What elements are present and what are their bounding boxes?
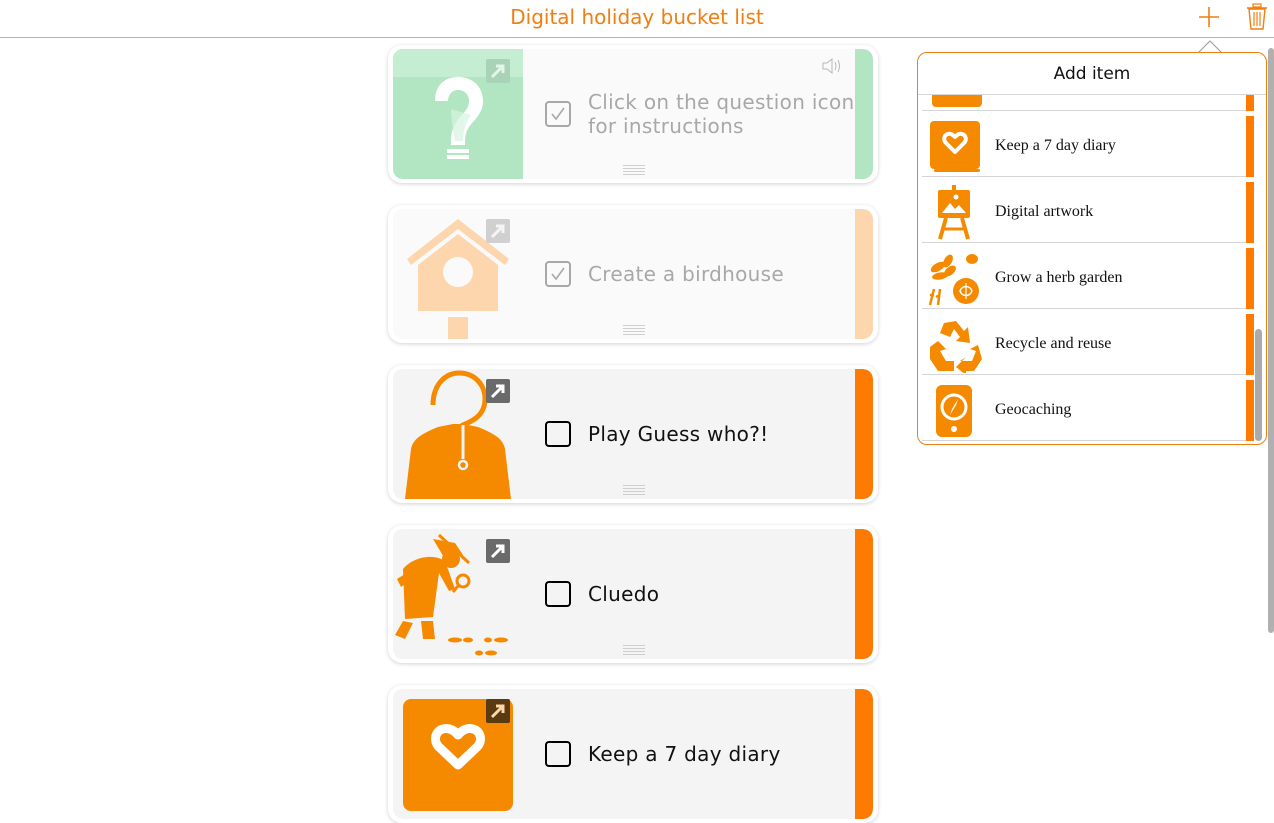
add-item-list[interactable]: Keep a 7 day diary Digital artwork Grow …	[922, 95, 1254, 444]
easel-icon	[938, 185, 970, 240]
trash-icon[interactable]	[1245, 3, 1269, 31]
popover-title: Add item	[918, 53, 1266, 95]
item-label: Keep a 7 day diary	[588, 742, 781, 766]
add-item-option[interactable]	[922, 95, 1254, 111]
phone-compass-icon	[936, 385, 972, 437]
item-label: Play Guess who?!	[588, 422, 769, 446]
expand-icon[interactable]	[486, 59, 510, 83]
expand-icon[interactable]	[486, 219, 510, 243]
add-item-label: Geocaching	[995, 401, 1072, 418]
checkbox[interactable]	[545, 261, 571, 287]
add-item-option[interactable]: Geocaching	[922, 379, 1254, 441]
herbs-icon	[928, 254, 979, 306]
status-stripe	[855, 49, 873, 179]
drag-handle[interactable]	[623, 485, 645, 495]
list-item[interactable]: Cluedo	[388, 525, 878, 663]
status-stripe	[1246, 314, 1254, 375]
drag-handle[interactable]	[623, 645, 645, 655]
popover-scrollbar[interactable]	[1255, 329, 1262, 441]
checkbox[interactable]	[545, 581, 571, 607]
card-body: Cluedo	[393, 529, 873, 659]
add-item-option[interactable]: Keep a 7 day diary	[922, 115, 1254, 177]
add-item-option[interactable]: Grow a herb garden	[922, 247, 1254, 309]
recycle-icon	[930, 321, 982, 373]
status-stripe	[855, 689, 873, 819]
expand-icon[interactable]	[486, 379, 510, 403]
card-body: Play Guess who?!	[393, 369, 873, 499]
list-item[interactable]: Play Guess who?!	[388, 365, 878, 503]
status-stripe	[855, 209, 873, 339]
partial-item-icon	[932, 95, 982, 107]
status-stripe	[1246, 95, 1254, 111]
item-label: Click on the question icon for instructi…	[588, 90, 855, 138]
card-body: Click on the question icon for instructi…	[393, 49, 873, 179]
item-label: Create a birdhouse	[588, 262, 784, 286]
add-item-label: Grow a herb garden	[995, 269, 1123, 286]
add-item-label: Recycle and reuse	[995, 335, 1112, 352]
page-title: Digital holiday bucket list	[510, 5, 764, 29]
status-stripe	[1246, 182, 1254, 243]
app-header: Digital holiday bucket list	[0, 0, 1274, 38]
drag-handle[interactable]	[623, 165, 645, 175]
add-item-label: Keep a 7 day diary	[995, 137, 1116, 154]
page-scrollbar[interactable]	[1268, 48, 1274, 633]
list-item[interactable]: Keep a 7 day diary	[388, 685, 878, 823]
drag-handle[interactable]	[623, 325, 645, 335]
status-stripe	[855, 529, 873, 659]
item-label: Cluedo	[588, 582, 660, 606]
add-item-popover: Add item Keep a 7 day diary Digital artw…	[917, 52, 1267, 445]
add-item-label: Digital artwork	[995, 203, 1094, 220]
card-body: Keep a 7 day diary	[393, 689, 873, 819]
expand-icon[interactable]	[486, 699, 510, 723]
status-stripe	[1246, 380, 1254, 441]
status-stripe	[1246, 116, 1254, 177]
card-body: Create a birdhouse	[393, 209, 873, 339]
status-stripe	[1246, 248, 1254, 309]
list-item[interactable]: Create a birdhouse	[388, 205, 878, 343]
add-item-option[interactable]: Recycle and reuse	[922, 313, 1254, 375]
checkbox[interactable]	[545, 101, 571, 127]
plus-icon[interactable]	[1198, 6, 1220, 28]
checkbox[interactable]	[545, 741, 571, 767]
expand-icon[interactable]	[486, 539, 510, 563]
checkbox[interactable]	[545, 421, 571, 447]
status-stripe	[855, 369, 873, 499]
diary-icon	[930, 121, 980, 172]
list-item[interactable]: Click on the question icon for instructi…	[388, 45, 878, 183]
add-item-option[interactable]: Digital artwork	[922, 181, 1254, 243]
